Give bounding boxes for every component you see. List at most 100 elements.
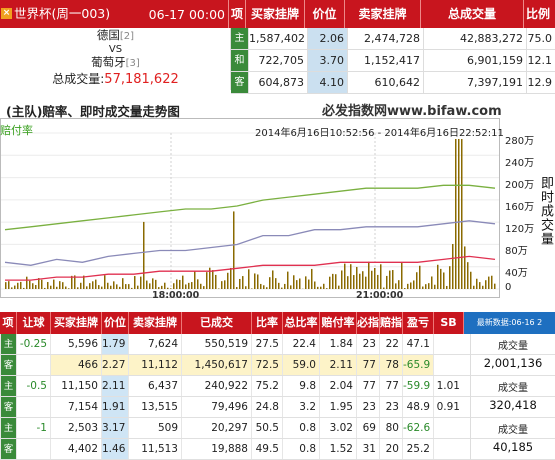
volume-bar [29, 281, 31, 289]
total-cell: 9.8 [282, 376, 319, 396]
price-cell: 3.70 [307, 50, 347, 71]
rate-cell: 72.5 [251, 355, 282, 375]
volume-bar [206, 272, 208, 289]
volume-value: 320,418 [471, 398, 555, 412]
volume-bar [491, 276, 493, 289]
volume-bar [314, 281, 316, 289]
sell-cell: 610,642 [347, 72, 423, 93]
payout-cell: 2.04 [319, 376, 356, 396]
col-header-price: 价位 [304, 0, 344, 28]
volume-bar [128, 284, 130, 289]
volume-bar [485, 280, 487, 289]
home-team: 德国[2] [0, 28, 231, 44]
col-header: 比率 [251, 312, 282, 334]
done-cell: 19,888 [181, 439, 251, 459]
sell-cell: 7,624 [128, 334, 181, 354]
total-cell: 0.8 [282, 439, 319, 459]
latest-update-label: 最新数据:06-16 2 [463, 312, 555, 334]
handicap-cell: -0.5 [16, 376, 50, 396]
peizhi-cell: 77 [379, 376, 402, 396]
volume-bar [311, 269, 313, 289]
volume-bar [62, 282, 64, 289]
volume-bar [494, 284, 496, 289]
volume-bar [185, 284, 187, 289]
volume-bar [401, 262, 403, 289]
teams-block: 德国[2] VS 葡萄牙[3] 总成交量:57,181,622 [0, 28, 231, 90]
sb-cell: 0.91 [433, 397, 463, 417]
y-tick: 280万 [505, 132, 534, 147]
volume-bar [389, 271, 391, 289]
done-cell: 240,922 [181, 376, 251, 396]
total-cell: 22.4 [282, 334, 319, 354]
volume-bar [446, 286, 448, 289]
col-header: 价位 [101, 312, 128, 334]
bizhi-cell: 77 [356, 355, 379, 375]
volume-bar [41, 280, 43, 289]
pnl-cell: 25.2 [402, 439, 433, 459]
pnl-cell: 48.9 [402, 397, 433, 417]
payout-cell: 3.02 [319, 418, 356, 438]
volume-bar [272, 270, 274, 289]
price-cell: 1.91 [101, 397, 128, 417]
col-header-sell: 卖家挂牌 [344, 0, 420, 28]
volume-bar [290, 285, 292, 289]
volume-bar [110, 286, 112, 289]
volume-bar [68, 288, 70, 289]
y-axis-label: 即时成交量 [536, 176, 555, 246]
y-tick: 200万 [505, 176, 534, 191]
volume-bar [197, 279, 199, 289]
y-tick: 240万 [505, 154, 534, 169]
volume-bar [194, 271, 196, 289]
handicap-cell: -0.25 [16, 334, 50, 354]
payout-cell: 2.11 [319, 355, 356, 375]
volume-bar [200, 284, 202, 289]
sell-cell: 1,152,417 [347, 50, 423, 71]
volume-bar [296, 280, 298, 289]
volume-bar [347, 276, 349, 289]
match-header: × 世界杯(周一003) 06-17 00:00 项 买家挂牌 价位 卖家挂牌 … [0, 0, 555, 28]
col-header-buy: 买家挂牌 [245, 0, 304, 28]
sell-cell: 6,437 [128, 376, 181, 396]
peizhi-cell: 22 [379, 334, 402, 354]
volume-bar [173, 283, 175, 289]
volume-value: 40,185 [471, 440, 555, 454]
col-header: 总比率 [282, 312, 319, 334]
volume-bar [482, 286, 484, 289]
volume-bar [380, 264, 382, 289]
close-icon[interactable]: × [1, 8, 12, 19]
volume-bar [413, 280, 415, 289]
series-line-1 [5, 221, 495, 265]
volume-bar [362, 271, 364, 289]
y-axis: 280万 240万 200万 160万 120万 80万 40万 0 即时成交量 [504, 120, 552, 305]
row-label: 客 [0, 439, 16, 459]
volume-bar [323, 284, 325, 289]
volume-bar [344, 264, 346, 289]
done-cell: 79,496 [181, 397, 251, 417]
ratio-cell: 12.9 [526, 72, 555, 93]
volume-bar [152, 278, 154, 289]
volume-bar [32, 283, 34, 289]
volume-bar [437, 265, 439, 289]
volume-bar [137, 286, 139, 289]
volume-bar [104, 275, 106, 289]
chart-date-range: 2014年6月16日10:52:56 - 2014年6月16日22:52:11 [255, 124, 504, 139]
row-label: 客 [231, 72, 248, 93]
vs-label: VS [0, 44, 231, 55]
volume-bar [116, 284, 118, 289]
row-label: 主 [0, 418, 16, 438]
buy-cell: 2,503 [50, 418, 101, 438]
volume-bar [14, 286, 16, 289]
peizhi-cell: 78 [379, 355, 402, 375]
volume-bar [440, 269, 442, 289]
volume-bar [476, 279, 478, 289]
volume-bar [329, 277, 331, 289]
volume-bar [167, 288, 169, 289]
volume-bar [242, 276, 244, 289]
handicap-table: 项 让球 买家挂牌 价位 卖家挂牌 已成交 比率 总比率 赔付率 必指 赔指 盈… [0, 312, 555, 440]
volume-bar [359, 274, 361, 289]
volume-bar [443, 272, 445, 289]
chart-frame [0, 118, 500, 298]
volume-bar [245, 286, 247, 289]
volume-bar [215, 275, 217, 289]
volume-bar [107, 283, 109, 289]
